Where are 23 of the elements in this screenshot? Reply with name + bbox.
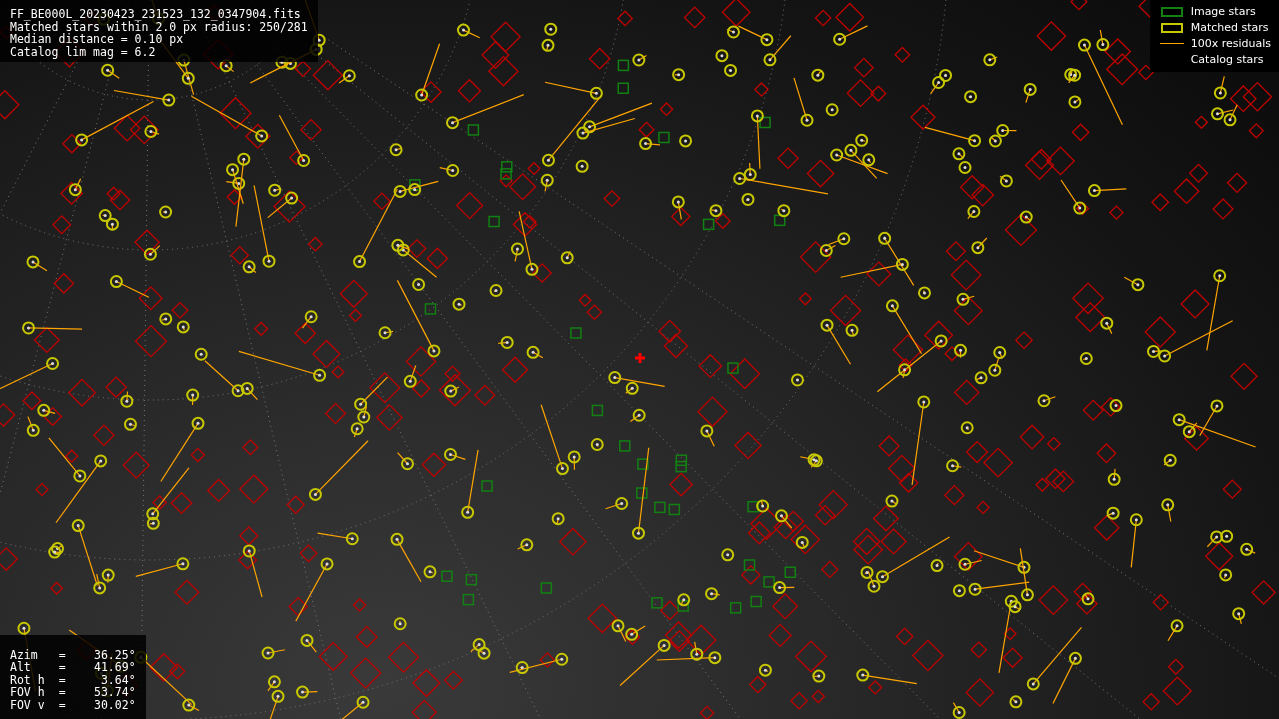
header-text: Catalog lim mag = 6.2 — [10, 45, 157, 58]
legend-label: 100x residuals — [1190, 37, 1271, 50]
pointing-separator: = — [58, 661, 66, 674]
pointing-label: FOV h — [10, 686, 45, 699]
pointing-separator: = — [58, 698, 66, 711]
pointing-value: 41.69° — [93, 661, 136, 674]
pointing-separator: = — [58, 686, 66, 699]
pointing-label: Rot h — [10, 673, 45, 686]
legend-label: Catalog stars — [1190, 53, 1264, 66]
pointing-separator: = — [58, 648, 66, 661]
legend-label: Image stars — [1190, 5, 1256, 18]
header-text: FF_BE000L_20230423_231523_132_0347904.fits — [10, 8, 302, 21]
pointing-value: 36.25° — [93, 648, 136, 661]
header-text: Median distance = 0.10 px — [10, 33, 184, 46]
pointing-label: FOV v — [10, 698, 45, 711]
pointing-label: Azim — [10, 648, 39, 661]
pointing-separator: = — [58, 673, 66, 686]
header-text: Matched stars within 2.0 px radius: 250/281 — [10, 20, 308, 33]
legend-label: Matched stars — [1190, 21, 1269, 34]
pointing-value: 30.02° — [93, 698, 136, 711]
pointing-value: 3.64° — [99, 673, 136, 686]
pointing-label: Alt — [10, 661, 32, 674]
pointing-value: 53.74° — [93, 686, 136, 699]
